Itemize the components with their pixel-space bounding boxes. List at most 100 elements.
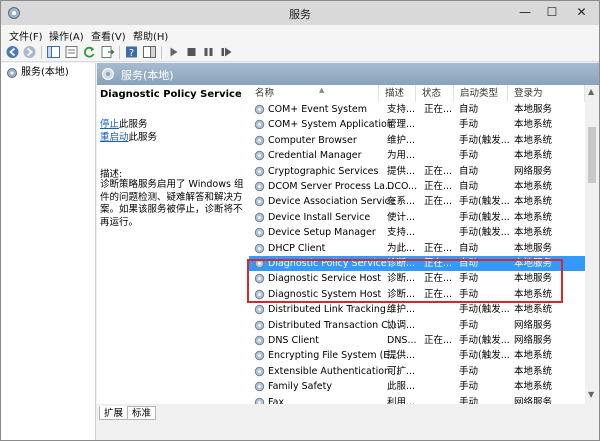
column-header-status[interactable]: 状态 <box>416 85 454 102</box>
service-startup-type: 手动 <box>459 288 479 300</box>
service-row[interactable]: DNS Client DNS... 正在... 手动(触发... 网络服务 <box>249 333 585 348</box>
service-description-pane: Diagnostic Policy Service 停止此服务 重启动此服务 描… <box>97 85 249 415</box>
title-bar[interactable]: 服务 — ☐ ✕ <box>1 1 599 25</box>
service-row[interactable]: COM+ System Application 管理... 手动 本地系统 <box>249 117 585 132</box>
scroll-thumb[interactable] <box>588 127 596 183</box>
column-header-description[interactable]: 描述 <box>379 85 416 102</box>
service-row[interactable]: Encrypting File System (E... 提供... 手动(触发..… <box>249 348 585 363</box>
service-logon-as: 本地系统 <box>514 119 553 131</box>
service-gear-icon <box>254 320 265 330</box>
service-row[interactable]: Diagnostic System Host 诊断... 正在... 手动 本地系统 <box>249 287 585 302</box>
toolbar-separator <box>41 46 42 59</box>
services-list: 名称 ▲ 描述 状态 启动类型 登录为 COM+ Event System 支持.… <box>249 85 585 404</box>
start-service-icon[interactable] <box>166 45 181 59</box>
tree-item-label: 服务(本地) <box>21 67 69 78</box>
service-row[interactable]: Computer Browser 维护... 手动(触发... 本地系统 <box>249 133 585 148</box>
service-logon-as: 本地系统 <box>514 304 553 316</box>
service-logon-as: 本地系统 <box>514 350 553 362</box>
service-startup-type: 手动(触发... <box>459 196 510 208</box>
console-tree-icon[interactable] <box>46 45 61 59</box>
back-arrow-icon[interactable] <box>5 45 20 59</box>
service-name: DNS Client <box>268 335 319 346</box>
service-row[interactable]: Device Setup Manager 支持... 手动(触发... 本地系统 <box>249 225 585 240</box>
service-logon-as: 网络服务 <box>514 319 553 331</box>
service-startup-type: 手动 <box>459 319 479 331</box>
service-row[interactable]: Cryptographic Services 提供... 正在... 自动 网络服务 <box>249 164 585 179</box>
pane-header-title: 服务(本地) <box>121 69 174 82</box>
column-header-name[interactable]: 名称 ▲ <box>249 85 379 102</box>
service-name: Device Install Service <box>268 211 371 223</box>
service-gear-icon <box>254 166 265 176</box>
service-row[interactable]: Distributed Transaction C... 协调... 手动 网络服务 <box>249 318 585 333</box>
service-gear-icon <box>254 197 265 207</box>
service-row[interactable]: Credential Manager 为用... 手动 本地系统 <box>249 148 585 163</box>
tab-standard[interactable]: 标准 <box>127 406 157 420</box>
service-gear-icon <box>254 335 265 346</box>
service-row[interactable]: Diagnostic Policy Service 诊断... 正在... 自动 本地服… <box>249 256 585 272</box>
service-row[interactable]: Distributed Link Tracking... 维护... 手动(触发..… <box>249 302 585 317</box>
export-list-icon[interactable] <box>100 45 115 59</box>
service-startup-type: 手动 <box>459 365 479 377</box>
minimize-button[interactable]: — <box>512 3 538 21</box>
tab-extended[interactable]: 扩展 <box>99 406 129 420</box>
service-description: DCO... <box>387 181 418 192</box>
service-name: COM+ System Application <box>268 119 393 131</box>
service-row[interactable]: Diagnostic Service Host 诊断... 正在... 手动 本地服务 <box>249 271 585 286</box>
forward-arrow-icon[interactable] <box>22 45 37 59</box>
refresh-icon[interactable] <box>82 45 97 59</box>
show-hide-icon[interactable] <box>142 45 157 59</box>
menu-help[interactable]: 帮助(H) <box>133 28 168 43</box>
service-gear-icon <box>254 366 265 376</box>
service-description: 维护... <box>387 304 416 316</box>
service-description: 支持... <box>387 227 416 239</box>
service-startup-type: 手动 <box>459 396 479 404</box>
properties-icon[interactable] <box>64 45 79 59</box>
service-logon-as: 本地系统 <box>514 181 553 192</box>
service-logon-as: 本地系统 <box>514 196 553 208</box>
service-description: 协调... <box>387 319 416 331</box>
service-row[interactable]: COM+ Event System 支持... 正在... 自动 本地服务 <box>249 102 585 117</box>
column-header-startup-type[interactable]: 启动类型 <box>454 85 508 102</box>
service-startup-type: 手动 <box>459 273 479 285</box>
service-gear-icon <box>254 289 265 299</box>
menu-file[interactable]: 文件(F) <box>9 28 43 43</box>
services-main-pane: 服务(本地) Diagnostic Policy Service 停止此服务 重… <box>97 63 599 440</box>
column-header-logon-as[interactable]: 登录为 <box>508 85 585 102</box>
service-description: 可扩... <box>387 365 416 377</box>
service-startup-type: 手动(触发... <box>459 350 510 362</box>
restart-service-icon[interactable] <box>219 45 234 59</box>
service-status: 正在... <box>424 104 453 115</box>
scroll-up-arrow-icon[interactable]: ▲ <box>588 87 594 96</box>
service-startup-type: 手动 <box>459 381 479 393</box>
service-row[interactable]: Device Association Service 在系... 正在... 手动(触… <box>249 194 585 209</box>
service-startup-type: 自动 <box>459 104 479 115</box>
service-row[interactable]: Extensible Authentication... 可扩... 手动 本地系统 <box>249 364 585 379</box>
service-row[interactable]: Device Install Service 使计... 手动(触发... 本地系统 <box>249 210 585 225</box>
service-row[interactable]: DHCP Client 为此... 正在... 自动 本地服务 <box>249 241 585 256</box>
restart-service-link[interactable]: 重启动 <box>100 132 129 143</box>
menu-action[interactable]: 操作(A) <box>49 28 84 43</box>
service-row[interactable]: DCOM Server Process La... DCO... 正在... 自动 本地… <box>249 179 585 194</box>
maximize-button[interactable]: ☐ <box>539 3 565 21</box>
help-icon[interactable]: ? <box>124 45 139 59</box>
service-logon-as: 本地系统 <box>514 381 553 393</box>
service-startup-type: 自动 <box>459 165 479 177</box>
service-startup-type: 手动(触发... <box>459 335 510 346</box>
service-row[interactable]: Fax 利用... 手动 网络服务 <box>249 395 585 404</box>
pause-service-icon[interactable] <box>201 45 216 59</box>
menu-bar: 文件(F) 操作(A) 查看(V) 帮助(H) <box>1 25 599 43</box>
window-title: 服务 <box>289 8 311 21</box>
stop-service-icon[interactable] <box>184 45 199 59</box>
tree-item-services-local[interactable]: 服务(本地) <box>5 66 93 80</box>
service-row[interactable]: Family Safety 此服... 手动 本地系统 <box>249 379 585 394</box>
service-status: 正在... <box>424 288 453 300</box>
menu-view[interactable]: 查看(V) <box>91 28 126 43</box>
column-header-name-label: 名称 <box>255 88 275 99</box>
service-logon-as: 本地系统 <box>514 288 553 300</box>
service-startup-type: 手动(触发... <box>459 227 510 239</box>
description-text: 诊断策略服务启用了 Windows 组件的问题检测、疑难解答和解决方案。如果该服… <box>100 179 244 228</box>
scroll-down-arrow-icon[interactable]: ▼ <box>588 390 594 399</box>
close-button[interactable]: ✕ <box>566 3 597 21</box>
service-gear-icon <box>254 120 265 130</box>
vertical-scrollbar[interactable]: ▲ ▼ <box>585 85 599 404</box>
